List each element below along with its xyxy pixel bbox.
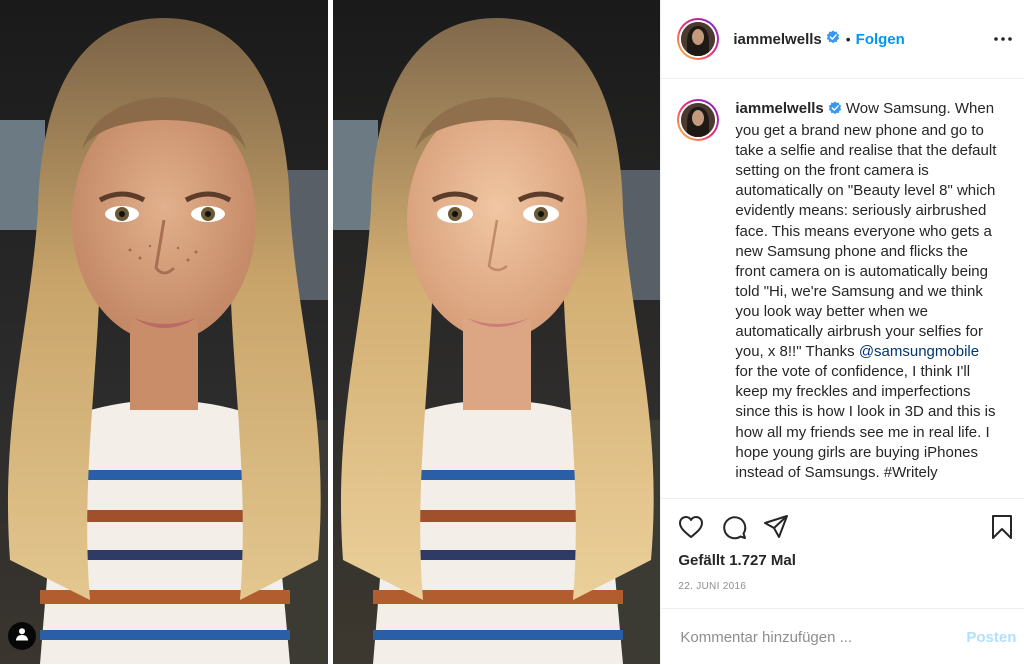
selfie-photo-natural bbox=[0, 0, 328, 664]
post-actions-section: Gefällt 1.727 Mal 22. JUNI 2016 Posten bbox=[661, 498, 1024, 665]
instagram-post: iammelwells • Folgen iammelwells Wow Sam… bbox=[0, 0, 1024, 664]
post-date[interactable]: 22. JUNI 2016 bbox=[678, 581, 746, 592]
caption-comment: iammelwells Wow Samsung. When you get a … bbox=[661, 79, 1024, 483]
comments-area[interactable]: iammelwells Wow Samsung. When you get a … bbox=[661, 79, 1024, 497]
caption-mention-link[interactable]: @samsungmobile bbox=[859, 343, 979, 360]
caption-username[interactable]: iammelwells bbox=[735, 100, 823, 117]
action-icons-row bbox=[675, 511, 1018, 543]
verified-badge-icon bbox=[826, 29, 840, 49]
comment-icon[interactable] bbox=[718, 511, 750, 543]
add-comment-bar: Posten bbox=[661, 608, 1024, 665]
post-side-panel: iammelwells • Folgen iammelwells Wow Sam… bbox=[660, 0, 1024, 664]
caption-text-part1: Wow Samsung. When you get a brand new ph… bbox=[735, 100, 997, 361]
bookmark-icon[interactable] bbox=[986, 511, 1018, 543]
likes-count[interactable]: Gefällt 1.727 Mal bbox=[678, 552, 796, 569]
follow-button[interactable]: Folgen bbox=[856, 31, 905, 48]
user-tag-button[interactable] bbox=[8, 622, 36, 650]
selfie-photo-beauty-filter bbox=[333, 0, 661, 664]
post-caption: iammelwells Wow Samsung. When you get a … bbox=[735, 99, 1000, 483]
user-tag-icon bbox=[15, 627, 29, 646]
avatar[interactable] bbox=[677, 18, 720, 60]
post-media[interactable] bbox=[0, 0, 661, 664]
post-header: iammelwells • Folgen bbox=[661, 0, 1024, 79]
share-icon[interactable] bbox=[760, 511, 792, 543]
comment-input[interactable] bbox=[678, 627, 953, 647]
heart-icon[interactable] bbox=[675, 511, 707, 543]
avatar[interactable] bbox=[677, 99, 720, 141]
separator-dot: • bbox=[845, 31, 851, 47]
more-options-icon[interactable] bbox=[990, 28, 1016, 50]
caption-text-part2: for the vote of confidence, I think I'll… bbox=[735, 363, 996, 481]
verified-badge-icon bbox=[828, 101, 842, 121]
post-author-username[interactable]: iammelwells bbox=[733, 31, 821, 48]
post-comment-button[interactable]: Posten bbox=[966, 629, 1016, 646]
